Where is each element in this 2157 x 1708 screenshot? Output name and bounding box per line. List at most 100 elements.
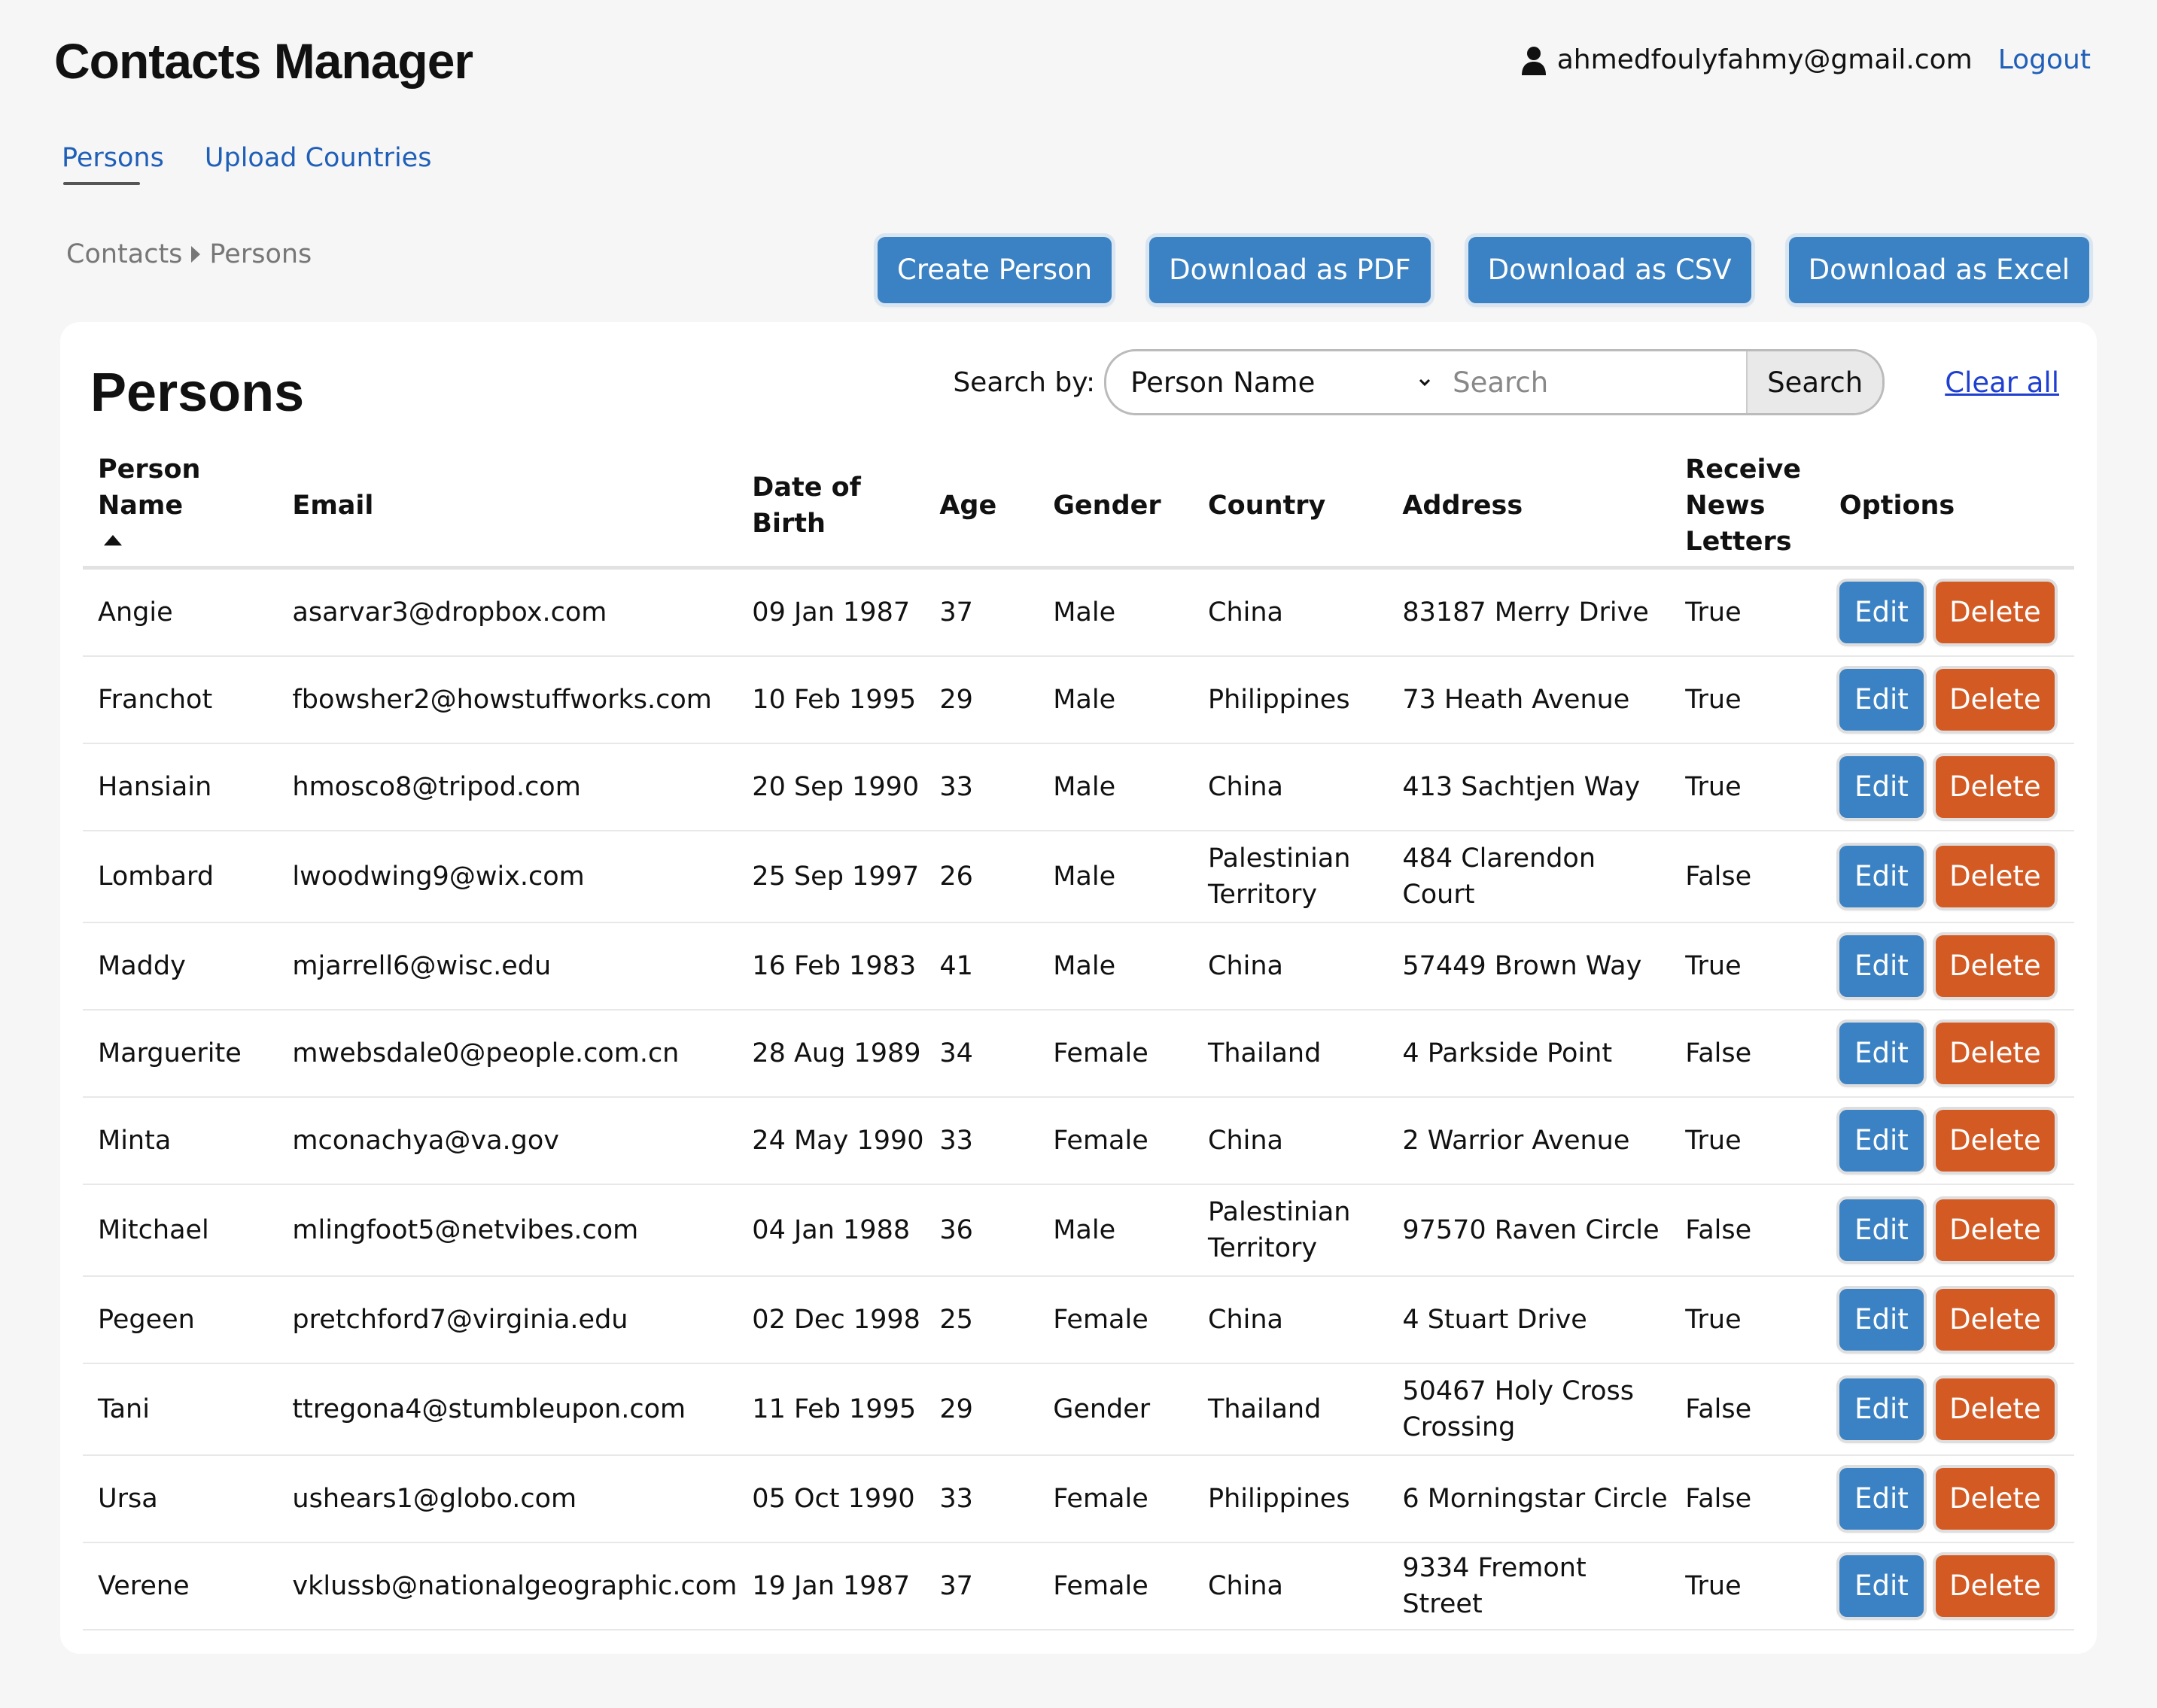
delete-button[interactable]: Delete — [1935, 582, 2055, 643]
search-input[interactable]: Search — [1445, 351, 1746, 413]
cell-address: 484 Clarendon Court — [1387, 831, 1671, 923]
cell-news: True — [1670, 567, 1824, 657]
edit-button[interactable]: Edit — [1839, 935, 1924, 997]
cell-email: mlingfoot5@netvibes.com — [277, 1184, 738, 1277]
cell-age: 29 — [924, 1363, 1039, 1456]
cell-email: pretchford7@virginia.edu — [277, 1276, 738, 1364]
header-person-name[interactable]: Person Name — [83, 445, 278, 570]
cell-age: 33 — [924, 1097, 1039, 1185]
cell-dob: 16 Feb 1983 — [737, 922, 925, 1011]
table-row: Verene vklussb@nationalgeographic.com 19 J… — [83, 1542, 2074, 1631]
cell-news: False — [1670, 1184, 1824, 1277]
cell-country: Palestinian Territory — [1193, 1184, 1388, 1277]
download-csv-button[interactable]: Download as CSV — [1468, 237, 1751, 303]
table-row: Mitchael mlingfoot5@netvibes.com 04 Jan 19… — [83, 1184, 2074, 1277]
delete-button[interactable]: Delete — [1935, 669, 2055, 731]
cell-name: Minta — [83, 1097, 278, 1185]
search-by-label: Search by: — [953, 366, 1096, 398]
edit-button[interactable]: Edit — [1839, 1289, 1924, 1351]
cell-country: China — [1193, 1542, 1388, 1631]
edit-button[interactable]: Edit — [1839, 846, 1924, 907]
table-row: Franchot fbowsher2@howstuffworks.com 10 Fe… — [83, 656, 2074, 744]
clear-all-link[interactable]: Clear all — [1945, 366, 2059, 399]
cell-dob: 20 Sep 1990 — [737, 743, 925, 831]
cell-dob: 19 Jan 1987 — [737, 1542, 925, 1631]
cell-dob: 09 Jan 1987 — [737, 567, 925, 657]
cell-country: China — [1193, 1276, 1388, 1364]
cell-country: Philippines — [1193, 656, 1388, 744]
caret-right-icon — [191, 246, 201, 263]
table-row: Angie asarvar3@dropbox.com 09 Jan 1987 37 Ma… — [83, 567, 2074, 657]
cell-gender: Male — [1038, 922, 1193, 1011]
header-email[interactable]: Email — [277, 445, 738, 570]
cell-age: 29 — [924, 656, 1039, 744]
delete-button[interactable]: Delete — [1935, 756, 2055, 818]
cell-news: True — [1670, 922, 1824, 1011]
sort-ascending-icon — [104, 535, 122, 546]
cell-gender: Female — [1038, 1276, 1193, 1364]
download-pdf-button[interactable]: Download as PDF — [1149, 237, 1431, 303]
table-row: Maddy mjarrell6@wisc.edu 16 Feb 1983 41 Male… — [83, 922, 2074, 1011]
tab-persons[interactable]: Persons — [62, 143, 164, 185]
cell-gender: Female — [1038, 1010, 1193, 1098]
cell-email: mconachya@va.gov — [277, 1097, 738, 1185]
logout-link[interactable]: Logout — [1998, 38, 2091, 83]
delete-button[interactable]: Delete — [1935, 935, 2055, 997]
delete-button[interactable]: Delete — [1935, 1468, 2055, 1530]
cell-address: 4 Parkside Point — [1387, 1010, 1671, 1098]
cell-name: Ursa — [83, 1455, 278, 1543]
delete-button[interactable]: Delete — [1935, 846, 2055, 907]
cell-options: Edit Delete — [1824, 1363, 2074, 1456]
cell-options: Edit Delete — [1824, 743, 2074, 831]
edit-button[interactable]: Edit — [1839, 669, 1924, 731]
edit-button[interactable]: Edit — [1839, 1468, 1924, 1530]
delete-button[interactable]: Delete — [1935, 1378, 2055, 1440]
persons-table: Person Name Email Date of Birth Age Gend… — [83, 445, 2074, 1631]
search-button[interactable]: Search — [1746, 351, 1883, 413]
header-receive-news-letters[interactable]: Receive News Letters — [1670, 445, 1824, 570]
cell-options: Edit Delete — [1824, 1184, 2074, 1277]
edit-button[interactable]: Edit — [1839, 1199, 1924, 1261]
user-area: ahmedfoulyfahmy@gmail.com Logout — [1521, 38, 2091, 83]
search-field-select[interactable]: Person Name — [1106, 351, 1445, 413]
edit-button[interactable]: Edit — [1839, 1555, 1924, 1617]
delete-button[interactable]: Delete — [1935, 1199, 2055, 1261]
header-address[interactable]: Address — [1387, 445, 1671, 570]
cell-age: 33 — [924, 743, 1039, 831]
table-row: Tani ttregona4@stumbleupon.com 11 Feb 1995… — [83, 1363, 2074, 1456]
cell-age: 34 — [924, 1010, 1039, 1098]
cell-dob: 28 Aug 1989 — [737, 1010, 925, 1098]
header-date-of-birth[interactable]: Date of Birth — [737, 445, 925, 570]
cell-gender: Male — [1038, 743, 1193, 831]
download-excel-button[interactable]: Download as Excel — [1788, 237, 2089, 303]
cell-email: ttregona4@stumbleupon.com — [277, 1363, 738, 1456]
cell-country: Thailand — [1193, 1363, 1388, 1456]
app-title: Contacts Manager — [54, 33, 473, 89]
edit-button[interactable]: Edit — [1839, 1110, 1924, 1172]
breadcrumb-contacts[interactable]: Contacts — [66, 239, 182, 269]
cell-options: Edit Delete — [1824, 1455, 2074, 1543]
edit-button[interactable]: Edit — [1839, 1023, 1924, 1084]
cell-country: China — [1193, 743, 1388, 831]
user-icon — [1521, 47, 1546, 75]
cell-dob: 04 Jan 1988 — [737, 1184, 925, 1277]
create-person-button[interactable]: Create Person — [878, 237, 1112, 303]
cell-news: True — [1670, 656, 1824, 744]
cell-news: True — [1670, 1542, 1824, 1631]
delete-button[interactable]: Delete — [1935, 1110, 2055, 1172]
cell-name: Tani — [83, 1363, 278, 1456]
edit-button[interactable]: Edit — [1839, 756, 1924, 818]
header-gender[interactable]: Gender — [1038, 445, 1193, 570]
edit-button[interactable]: Edit — [1839, 1378, 1924, 1440]
header-age[interactable]: Age — [924, 445, 1039, 570]
cell-options: Edit Delete — [1824, 1276, 2074, 1364]
delete-button[interactable]: Delete — [1935, 1555, 2055, 1617]
delete-button[interactable]: Delete — [1935, 1289, 2055, 1351]
cell-news: False — [1670, 1363, 1824, 1456]
edit-button[interactable]: Edit — [1839, 582, 1924, 643]
cell-age: 37 — [924, 1542, 1039, 1631]
tab-upload-countries[interactable]: Upload Countries — [205, 143, 432, 182]
delete-button[interactable]: Delete — [1935, 1023, 2055, 1084]
cell-name: Franchot — [83, 656, 278, 744]
header-country[interactable]: Country — [1193, 445, 1388, 570]
